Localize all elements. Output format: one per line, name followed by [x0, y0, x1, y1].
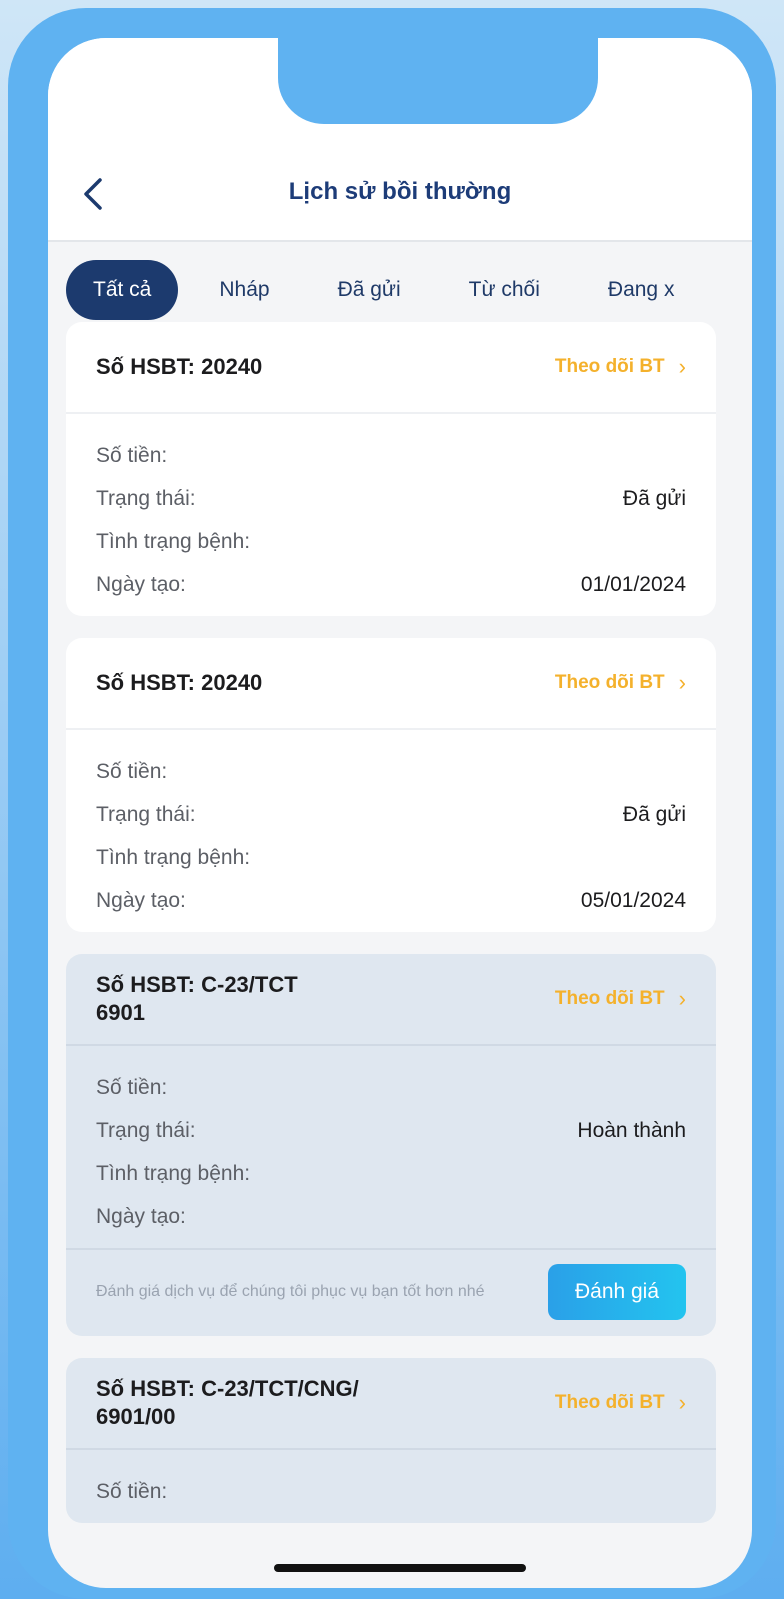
track-claim-link[interactable]: Theo dõi BT › — [555, 670, 686, 696]
amount-row: Số tiền: — [96, 1470, 686, 1513]
created-row: Ngày tạo: 01/01/2024 — [96, 563, 686, 606]
created-label: Ngày tạo: — [96, 572, 186, 596]
feedback-prompt: Đánh giá dịch vụ để chúng tôi phục vụ bạ… — [96, 1283, 485, 1300]
track-claim-label: Theo dõi BT — [554, 988, 665, 1009]
status-value: Đã gửi — [622, 486, 686, 510]
status-label: Trạng thái: — [96, 486, 196, 510]
amount-label: Số tiền: — [96, 443, 168, 467]
amount-row: Số tiền: — [96, 434, 686, 477]
status-row: Trạng thái: Hoàn thành — [96, 1109, 686, 1152]
claim-number: Số HSBT: 20240 — [96, 670, 263, 695]
created-label: Ngày tạo: — [96, 888, 186, 912]
claim-number: Số HSBT: 20240 — [96, 354, 263, 379]
chevron-right-icon: › — [678, 354, 686, 379]
condition-row: Tình trạng bệnh: — [96, 520, 686, 563]
app-screen: Lịch sử bồi thường Tất cả Nháp Đã gửi Từ ch… — [48, 38, 752, 1588]
claim-number-line-2: 6901/00 — [96, 1404, 176, 1429]
tab-sent[interactable]: Đã gửi — [311, 260, 428, 320]
claim-number-line-1: Số HSBT: C-23/TCT/CNG/ — [96, 1376, 359, 1401]
status-value: Hoàn thành — [577, 1118, 686, 1142]
track-claim-label: Theo dõi BT — [554, 1392, 665, 1413]
page-title: Lịch sử bồi thường — [288, 178, 512, 205]
amount-label: Số tiền: — [96, 1075, 168, 1099]
chevron-right-icon: › — [678, 670, 686, 695]
status-label: Trạng thái: — [96, 802, 196, 826]
status-label: Trạng thái: — [96, 1118, 196, 1142]
claim-card[interactable]: Số HSBT: C-23/TCT/CNG/ 6901/00 Theo dõi … — [66, 1358, 716, 1523]
condition-label: Tình trạng bệnh: — [96, 845, 251, 869]
status-row: Trạng thái: Đã gửi — [96, 477, 686, 520]
amount-row: Số tiền: — [96, 750, 686, 793]
chevron-right-icon: › — [678, 1390, 686, 1415]
tab-draft[interactable]: Nháp — [192, 260, 296, 320]
condition-label: Tình trạng bệnh: — [96, 1161, 251, 1185]
track-claim-label: Theo dõi BT — [554, 356, 665, 377]
claim-details: Số tiền: Trạng thái: Đã gửi Tình trạng b… — [66, 730, 716, 932]
home-indicator[interactable] — [274, 1564, 526, 1572]
device-notch — [278, 38, 598, 124]
status-row: Trạng thái: Đã gửi — [96, 793, 686, 836]
claim-card-header: Số HSBT: C-23/TCT/CNG/ 6901/00 Theo dõi … — [66, 1358, 716, 1450]
filter-tabs: Tất cả Nháp Đã gửi Từ chối Đang x — [66, 260, 752, 320]
claim-card-header: Số HSBT: 20240 Theo dõi BT › — [66, 322, 716, 414]
created-row: Ngày tạo: 05/01/2024 — [96, 879, 686, 922]
amount-row: Số tiền: — [96, 1066, 686, 1109]
claim-number: Số HSBT: C-23/TCT/CNG/ 6901/00 — [96, 1375, 359, 1431]
claim-card[interactable]: Số HSBT: 20240 Theo dõi BT › Số tiền: Tr… — [66, 638, 716, 932]
track-claim-link[interactable]: Theo dõi BT › — [555, 986, 686, 1012]
condition-label: Tình trạng bệnh: — [96, 529, 251, 553]
amount-label: Số tiền: — [96, 759, 168, 783]
claim-number: Số HSBT: C-23/TCT 6901 — [96, 971, 298, 1027]
claim-number-line-2: 6901 — [96, 1000, 145, 1025]
claim-details: Số tiền: Trạng thái: Hoàn thành Tình trạ… — [66, 1046, 716, 1248]
created-label: Ngày tạo: — [96, 1204, 186, 1228]
status-value: Đã gửi — [622, 802, 686, 826]
claim-card[interactable]: Số HSBT: 20240 Theo dõi BT › Số tiền: Tr… — [66, 322, 716, 616]
condition-row: Tình trạng bệnh: — [96, 1152, 686, 1195]
claim-card[interactable]: Số HSBT: C-23/TCT 6901 Theo dõi BT › Số … — [66, 954, 716, 1336]
created-row: Ngày tạo: — [96, 1195, 686, 1238]
claim-card-header: Số HSBT: C-23/TCT 6901 Theo dõi BT › — [66, 954, 716, 1046]
tab-all[interactable]: Tất cả — [66, 260, 179, 320]
feedback-bar: Đánh giá dịch vụ để chúng tôi phục vụ bạ… — [66, 1248, 716, 1336]
claim-details: Số tiền: — [66, 1450, 716, 1523]
condition-row: Tình trạng bệnh: — [96, 836, 686, 879]
amount-label: Số tiền: — [96, 1479, 168, 1503]
claim-details: Số tiền: Trạng thái: Đã gửi Tình trạng b… — [66, 414, 716, 616]
track-claim-link[interactable]: Theo dõi BT › — [555, 1390, 686, 1416]
track-claim-link[interactable]: Theo dõi BT › — [555, 354, 686, 380]
created-value: 05/01/2024 — [580, 888, 686, 912]
chevron-right-icon: › — [678, 986, 686, 1011]
tab-processing[interactable]: Đang x — [581, 260, 702, 320]
claims-list: Số HSBT: 20240 Theo dõi BT › Số tiền: Tr… — [66, 322, 716, 1545]
tab-rejected[interactable]: Từ chối — [442, 260, 567, 320]
rate-service-button[interactable]: Đánh giá — [548, 1264, 686, 1320]
track-claim-label: Theo dõi BT — [554, 672, 665, 693]
claim-card-header: Số HSBT: 20240 Theo dõi BT › — [66, 638, 716, 730]
created-value: 01/01/2024 — [580, 572, 686, 596]
claim-number-line-1: Số HSBT: C-23/TCT — [96, 972, 298, 997]
